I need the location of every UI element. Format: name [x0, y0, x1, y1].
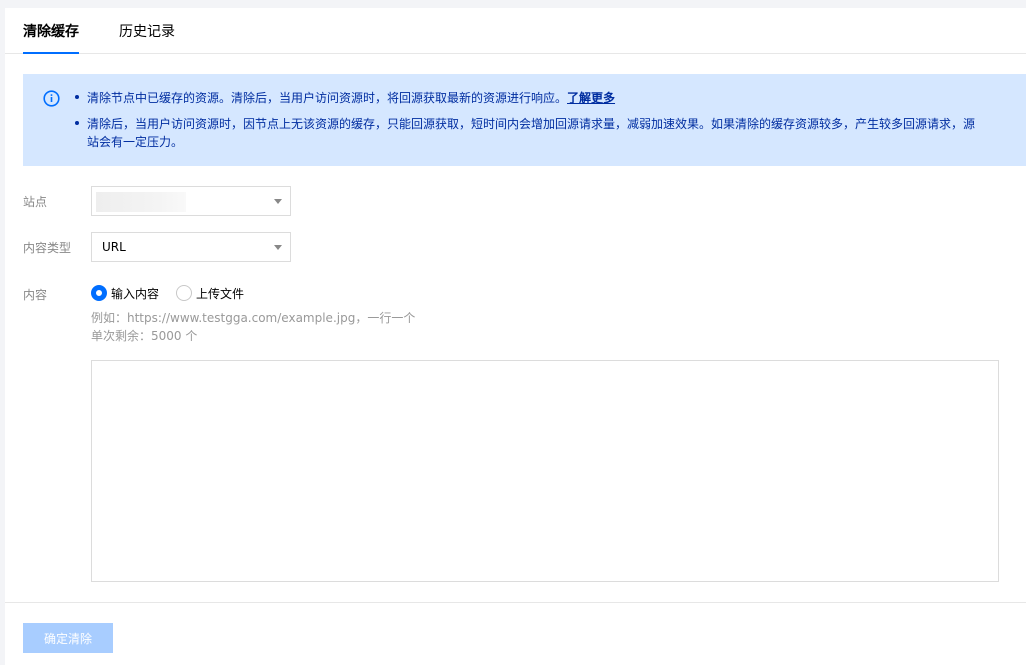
tab-bar: 清除缓存 历史记录 — [5, 8, 1026, 54]
site-value-redacted — [96, 192, 186, 212]
radio-input-label: 输入内容 — [111, 287, 160, 301]
caret-down-icon — [274, 245, 282, 250]
tab-clear-cache[interactable]: 清除缓存 — [23, 21, 79, 54]
radio-upload-label: 上传文件 — [196, 287, 245, 301]
radio-checked-icon — [91, 285, 107, 301]
notice-text-2: 清除后，当用户访问资源时，因节点上无该资源的缓存，只能回源获取，短时间内会增加回… — [87, 117, 976, 131]
caret-down-icon — [274, 199, 282, 204]
site-select[interactable] — [91, 186, 291, 216]
notice-text-1: 清除节点中已缓存的资源。清除后，当用户访问资源时，将回源获取最新的资源进行响应。 — [87, 91, 568, 105]
page: 清除缓存 历史记录 清除节点中已缓存的资源。清除后，当用户访问资源时，将回源获取… — [5, 8, 1026, 665]
notice-line-1: 清除节点中已缓存的资源。清除后，当用户访问资源时，将回源获取最新的资源进行响应。… — [75, 88, 615, 108]
bullet-dot — [75, 121, 79, 125]
content-type-label: 内容类型 — [23, 241, 72, 255]
tab-history[interactable]: 历史记录 — [119, 21, 175, 54]
learn-more-link[interactable]: 了解更多 — [567, 91, 615, 105]
content-label: 内容 — [23, 288, 48, 302]
notice-line-2: 清除后，当用户访问资源时，因节点上无该资源的缓存，只能回源获取，短时间内会增加回… — [75, 114, 975, 134]
remaining-hint: 单次剩余：5000 个 — [91, 329, 198, 343]
notice-line-2-cont: 站会有一定压力。 — [87, 135, 184, 149]
bullet-dot — [75, 95, 79, 99]
content-type-select[interactable]: URL — [91, 232, 291, 262]
confirm-clear-button[interactable]: 确定清除 — [23, 623, 113, 653]
info-notice: 清除节点中已缓存的资源。清除后，当用户访问资源时，将回源获取最新的资源进行响应。… — [23, 74, 1026, 166]
info-icon — [43, 90, 60, 107]
example-hint: 例如：https://www.testgga.com/example.jpg，一… — [91, 311, 416, 325]
content-type-value: URL — [102, 240, 126, 254]
site-label: 站点 — [23, 195, 48, 209]
content-textarea[interactable] — [91, 360, 999, 582]
radio-unchecked-icon — [176, 285, 192, 301]
footer-divider — [5, 602, 1026, 603]
